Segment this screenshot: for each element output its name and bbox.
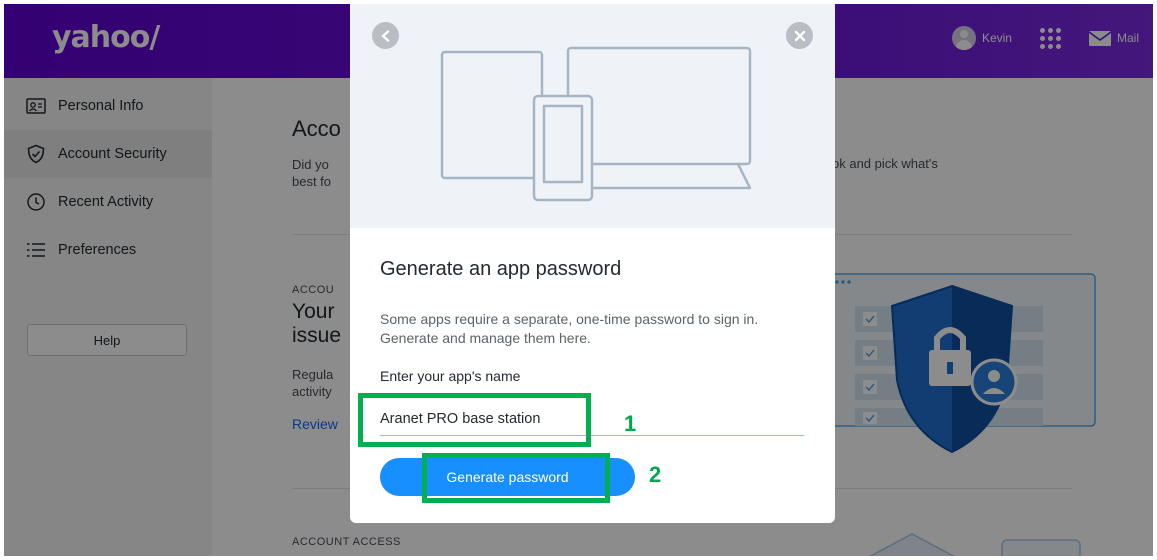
modal-title: Generate an app password [380,258,622,280]
modal-illustration-area [350,4,835,228]
close-icon [794,30,805,41]
page-frame: yahoo/ Kevin Mail Personal Info Account … [4,4,1153,556]
step-number-2: 2 [649,462,662,487]
step-number-1: 1 [624,411,637,436]
highlight-box-input [358,393,591,447]
chevron-left-icon [380,29,389,42]
devices-illustration [440,46,752,202]
highlight-box-button [422,453,610,503]
back-button[interactable] [372,22,399,49]
modal-description: Some apps require a separate, one-time p… [380,311,759,346]
app-name-label: Enter your app's name [380,368,521,384]
close-button[interactable] [786,22,813,49]
